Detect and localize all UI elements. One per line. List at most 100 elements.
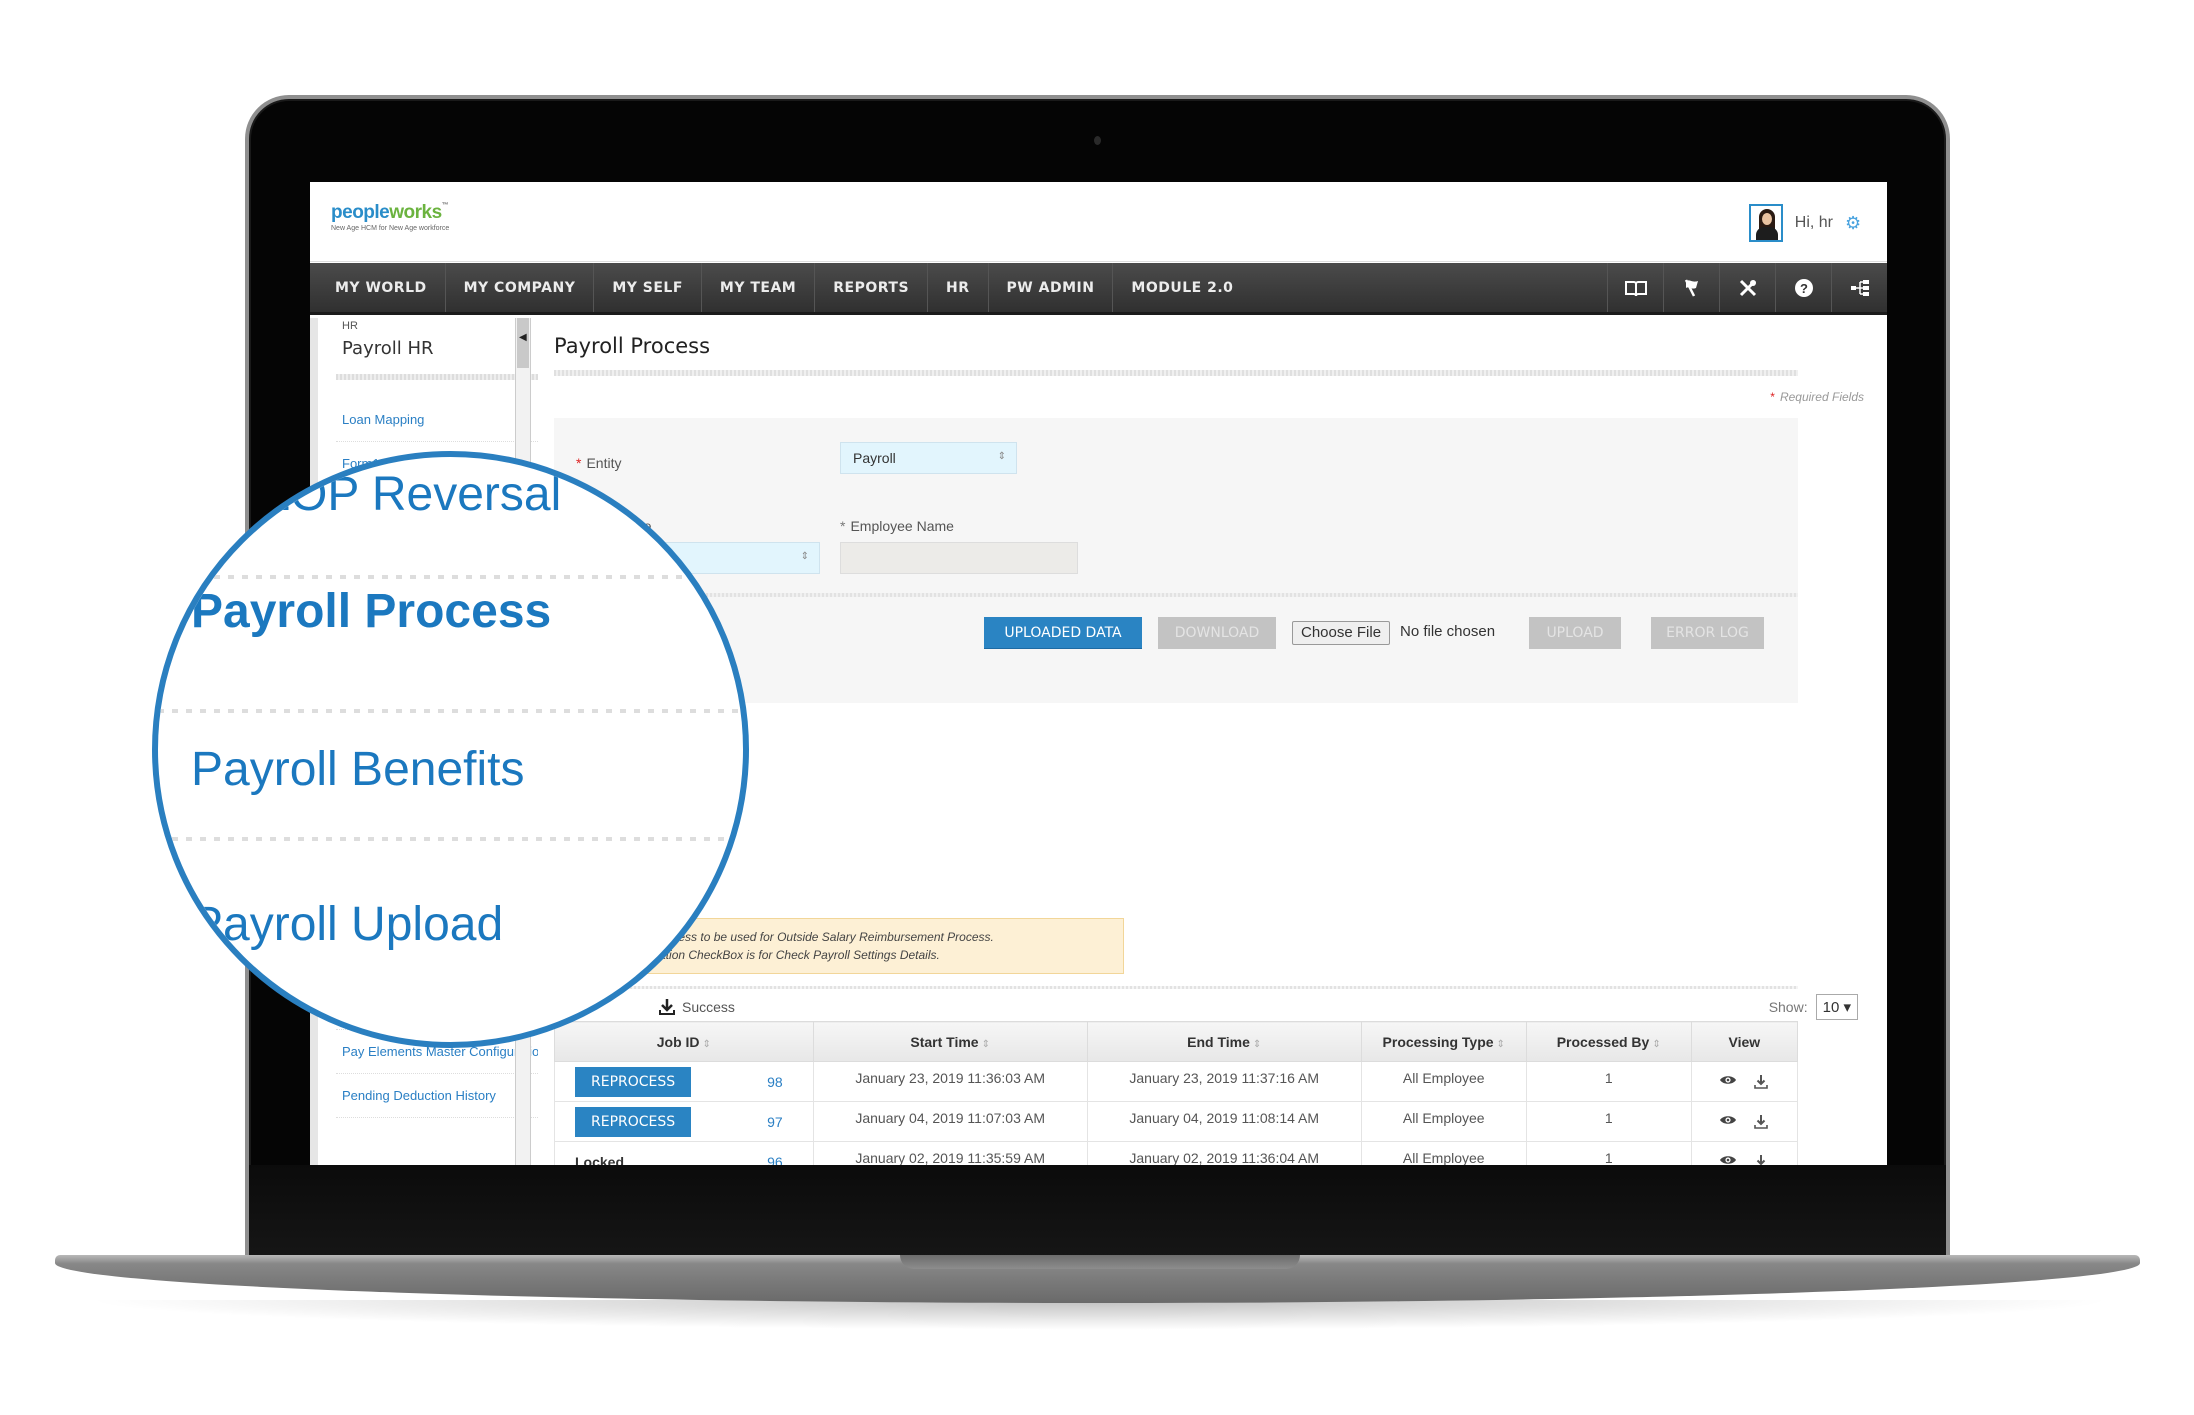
no-file-text: No file chosen [1400,623,1496,640]
choose-file-button[interactable]: Choose File [1292,621,1391,645]
processing-type-cell: All Employee [1360,1061,1527,1102]
svg-text:?: ? [1800,281,1808,296]
status-text: Success [682,999,735,1015]
col-processed-by[interactable]: Processed By ⇕ [1525,1021,1692,1062]
col-view: View [1690,1021,1799,1062]
processed-by-cell: 1 [1525,1101,1692,1142]
eye-icon[interactable] [1719,1114,1737,1126]
scrollbar-thumb[interactable] [517,318,529,368]
logo-text: ple [363,202,390,223]
nav-module-2[interactable]: MODULE 2.0 [1113,263,1251,312]
download-icon[interactable] [658,998,676,1016]
col-job-id[interactable]: Job ID ⇕ [554,1021,814,1062]
select-caret-icon: ⇕ [997,451,1006,462]
help-icon[interactable]: ? [1775,263,1831,312]
required-star-icon: * [1770,390,1775,404]
status-row: Success [658,998,735,1016]
col-start-time[interactable]: Start Time ⇕ [812,1021,1088,1062]
main-nav: MY WORLD MY COMPANY MY SELF MY TEAM REPO… [310,263,1887,315]
collapse-arrow-icon[interactable]: ◀ [519,332,527,343]
jobs-table: Job ID ⇕ Start Time ⇕ End Time ⇕ Processing… [554,1021,1799,1166]
reprocess-button[interactable]: REPROCESS [575,1066,692,1097]
processed-by-cell: 1 [1525,1061,1692,1102]
table-header-row: Job ID ⇕ Start Time ⇕ End Time ⇕ Processing… [554,1021,1799,1062]
top-header: peopleworks™ New Age HCM for New Age wor… [310,182,1887,262]
logo-text: pe [331,202,353,223]
employee-name-input[interactable] [840,542,1078,574]
tools-icon[interactable] [1719,263,1775,312]
required-note: * Required Fields [1770,390,1864,404]
job-id-link[interactable]: 96 [767,1154,783,1166]
gear-icon[interactable]: ⚙ [1845,214,1863,232]
nav-hr[interactable]: HR [928,263,989,312]
download-icon[interactable] [1753,1114,1769,1130]
sidebar-title: Payroll HR [342,338,434,359]
divider [158,837,743,841]
magnified-payroll-upload[interactable]: Payroll Upload [191,897,503,952]
start-time-cell: January 04, 2019 11:07:03 AM [812,1101,1088,1142]
nav-my-company[interactable]: MY COMPANY [446,263,595,312]
end-time-cell: January 04, 2019 11:08:14 AM [1086,1101,1362,1142]
greeting: Hi, hr [1794,214,1833,231]
error-log-button[interactable]: ERROR LOG [1651,617,1764,649]
view-cell [1690,1061,1799,1102]
nav-my-world[interactable]: MY WORLD [310,263,446,312]
page-title: Payroll Process [554,334,711,358]
divider [570,593,1798,597]
start-time-cell: January 23, 2019 11:36:03 AM [812,1061,1088,1102]
col-end-time[interactable]: End Time ⇕ [1086,1021,1362,1062]
show-label: Show: [1768,999,1808,1015]
table-row: REPROCESS 97 January 04, 2019 11:07:03 A… [554,1101,1799,1142]
processing-type-cell: All Employee [1360,1101,1527,1142]
laptop-shadow [80,1300,2120,1330]
logo-tagline: New Age HCM for New Age workforce [331,225,450,232]
magnified-payroll-benefits[interactable]: Payroll Benefits [191,742,525,797]
upload-button[interactable]: UPLOAD [1529,617,1621,649]
locked-status: Locked [575,1153,625,1166]
logo[interactable]: peopleworks™ New Age HCM for New Age wor… [331,202,449,232]
nav-reports[interactable]: REPORTS [815,263,929,312]
page-size-select[interactable]: 10 ▾ [1815,994,1858,1020]
entity-label: * Entity [576,455,622,471]
sitemap-icon[interactable] [1831,263,1887,312]
divider [158,709,743,713]
flag-icon[interactable] [1663,263,1719,312]
employee-name-label: * Employee Name [840,518,954,534]
divider [158,575,743,579]
processed-by-cell: 1 [1525,1141,1692,1165]
form-panel: *Entity Payroll ⇕ *Filter Type --Select-… [554,418,1798,703]
magnified-lop-reversal[interactable]: P/LOP Reversal [218,467,561,522]
reprocess-button[interactable]: REPROCESS [575,1106,692,1137]
eye-icon[interactable] [1719,1074,1737,1086]
job-id-link[interactable]: 98 [767,1074,783,1090]
col-processing-type[interactable]: Processing Type ⇕ [1360,1021,1527,1062]
nav-my-team[interactable]: MY TEAM [702,263,816,312]
download-icon[interactable] [1753,1154,1769,1166]
action-cell: REPROCESS 97 [554,1101,814,1142]
table-row: REPROCESS 98 January 23, 2019 11:36:03 A… [554,1061,1799,1102]
trademark: ™ [441,202,449,209]
user-area: Hi, hr ⚙ [1748,204,1863,242]
nav-pw-admin[interactable]: PW ADMIN [989,263,1114,312]
required-note-text: Required Fields [1779,390,1864,404]
magnifier-callout: P/LOP Reversal Payroll Process Payroll B… [152,451,749,1048]
magnified-payroll-process[interactable]: Payroll Process [191,584,551,639]
divider [554,986,1798,989]
sidebar-section-label: HR [342,320,358,332]
divider [554,370,1798,376]
entity-select[interactable]: Payroll ⇕ [840,442,1017,474]
download-icon[interactable] [1753,1074,1769,1090]
logo-text: o [352,202,364,223]
entity-select-value: Payroll [853,450,896,466]
download-button[interactable]: DOWNLOAD [1158,617,1276,649]
start-time-cell: January 02, 2019 11:35:59 AM [812,1141,1088,1165]
book-icon[interactable] [1607,263,1663,312]
job-id-link[interactable]: 97 [767,1114,783,1130]
uploaded-data-button[interactable]: UPLOADED DATA [984,617,1142,649]
select-caret-icon: ⇕ [800,551,809,562]
table-row: Locked 96 January 02, 2019 11:35:59 AM J… [554,1141,1799,1166]
avatar[interactable] [1748,204,1783,242]
nav-my-self[interactable]: MY SELF [594,263,702,312]
view-cell [1690,1141,1799,1166]
eye-icon[interactable] [1719,1154,1737,1166]
